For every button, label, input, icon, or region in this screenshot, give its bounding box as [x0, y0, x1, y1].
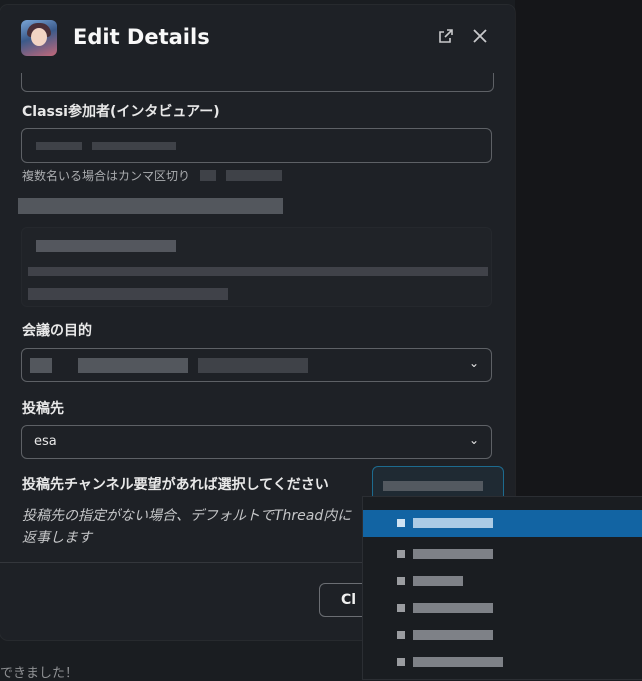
purpose-select[interactable]: ⌄ — [21, 348, 492, 382]
modal-header: Edit Details — [0, 5, 515, 73]
background-message-text: できました！ — [0, 666, 79, 681]
close-icon[interactable] — [470, 27, 490, 47]
channel-dropdown-menu — [362, 496, 642, 680]
dropdown-option[interactable] — [363, 649, 642, 676]
dropdown-option[interactable] — [363, 622, 642, 649]
channel-label: 投稿先チャンネル要望があれば選択してください — [22, 477, 329, 493]
destination-label: 投稿先 — [22, 401, 64, 417]
redacted-textarea[interactable] — [21, 227, 492, 307]
dropdown-option[interactable] — [363, 510, 642, 537]
chevron-down-icon: ⌄ — [468, 356, 479, 370]
interviewer-hint: 複数名いる場合はカンマ区切り — [22, 167, 282, 184]
chevron-down-icon: ⌄ — [468, 433, 479, 447]
purpose-label: 会議の目的 — [22, 323, 92, 339]
interviewer-label: Classi参加者(インタビュアー) — [22, 104, 220, 120]
destination-value: esa — [34, 434, 57, 449]
channel-note: 投稿先の指定がない場合、デフォルトでThread内に 返事します — [22, 508, 352, 546]
destination-select[interactable]: esa ⌄ — [21, 425, 492, 459]
redacted-label — [18, 198, 283, 214]
dropdown-option[interactable] — [363, 541, 642, 568]
app-avatar — [21, 20, 57, 56]
dropdown-option[interactable] — [363, 568, 642, 595]
external-link-icon[interactable] — [436, 27, 456, 47]
modal-title: Edit Details — [73, 25, 210, 49]
dropdown-option[interactable] — [363, 595, 642, 622]
interviewer-input[interactable] — [21, 128, 492, 163]
